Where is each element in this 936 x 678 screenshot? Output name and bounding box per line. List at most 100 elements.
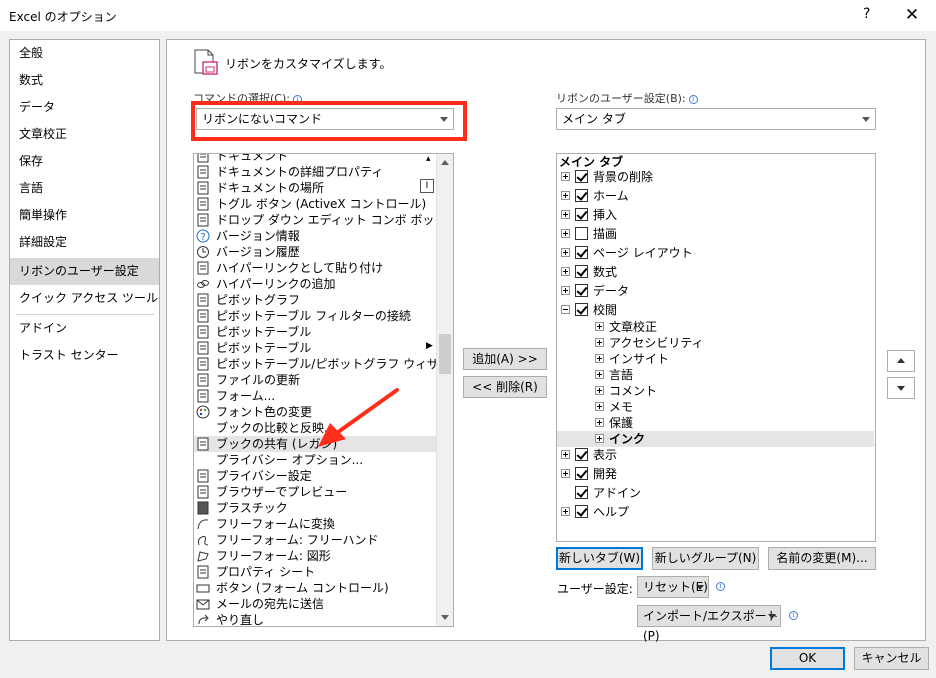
reset-dropdown[interactable]: リセット(E) — [637, 576, 709, 598]
expand-icon[interactable] — [561, 210, 570, 219]
ribbon-tab-item[interactable]: 描画 — [557, 226, 874, 242]
close-button[interactable]: ✕ — [900, 3, 924, 27]
expand-icon[interactable] — [561, 507, 570, 516]
ribbon-group-item[interactable]: コメント — [557, 383, 874, 399]
tab-checkbox[interactable] — [575, 265, 588, 278]
nav-item-addins[interactable]: アドイン — [10, 315, 159, 342]
move-down-button[interactable] — [887, 377, 915, 399]
command-list-item[interactable]: プロパティ シート — [194, 564, 437, 580]
new-group-button[interactable]: 新しいグループ(N) — [652, 547, 759, 570]
tab-checkbox[interactable] — [575, 486, 588, 499]
tab-checkbox[interactable] — [575, 246, 588, 259]
command-list-item[interactable]: フリーフォーム: 図形 — [194, 548, 437, 564]
scroll-up-button[interactable] — [437, 154, 453, 171]
expand-icon[interactable] — [595, 386, 604, 395]
expand-icon[interactable] — [561, 469, 570, 478]
scroll-thumb[interactable] — [439, 334, 451, 374]
ribbon-group-item[interactable]: インク — [557, 431, 874, 447]
ribbon-tab-item[interactable]: アドイン — [557, 485, 874, 501]
nav-item-customize-ribbon[interactable]: リボンのユーザー設定 — [10, 258, 159, 285]
nav-item-quick-access-toolbar[interactable]: クイック アクセス ツール バー — [10, 285, 159, 312]
command-list-item[interactable]: プラスチック — [194, 500, 437, 516]
command-list-item[interactable]: ハイパーリンクの追加 — [194, 276, 437, 292]
expand-icon[interactable] — [595, 338, 604, 347]
expand-icon[interactable] — [561, 191, 570, 200]
ribbon-tab-item[interactable]: 数式 — [557, 264, 874, 280]
command-list-item[interactable]: トグル ボタン (ActiveX コントロール) — [194, 196, 437, 212]
expand-icon[interactable] — [561, 248, 570, 257]
scroll-down-button[interactable] — [437, 609, 453, 626]
expand-icon[interactable] — [595, 370, 604, 379]
command-list-item[interactable]: ? バージョン情報 — [194, 228, 437, 244]
command-list-item[interactable]: やり直し — [194, 612, 437, 626]
command-list-item[interactable]: メールの宛先に送信 — [194, 596, 437, 612]
command-list-item[interactable]: ドロップ ダウン エディット コンボ ボックス (… — [194, 212, 437, 228]
nav-item-formulas[interactable]: 数式 — [10, 67, 159, 94]
command-list-item[interactable]: ドキュメント — [194, 154, 437, 164]
tab-checkbox[interactable] — [575, 189, 588, 202]
ribbon-tab-item[interactable]: ヘルプ — [557, 504, 874, 520]
expand-icon[interactable] — [595, 434, 604, 443]
expand-icon[interactable] — [561, 267, 570, 276]
expand-icon[interactable] — [561, 286, 570, 295]
nav-item-language[interactable]: 言語 — [10, 175, 159, 202]
ok-button[interactable]: OK — [770, 647, 845, 670]
command-list-item[interactable]: ピボットテーブル/ピボットグラフ ウィザード — [194, 356, 437, 372]
ribbon-group-item[interactable]: 文章校正 — [557, 319, 874, 335]
command-list-item[interactable]: ピボットテーブル — [194, 340, 437, 356]
new-tab-button[interactable]: 新しいタブ(W) — [556, 547, 643, 570]
ribbon-tree[interactable]: メイン タブ 背景の削除 ホーム 挿入 描画 ページ レイアウト 数式 データ 校閲 文章校正ア… — [556, 153, 876, 542]
command-list-item[interactable]: フリーフォームに変換 — [194, 516, 437, 532]
nav-item-data[interactable]: データ — [10, 94, 159, 121]
nav-item-trust-center[interactable]: トラスト センター — [10, 342, 159, 369]
nav-item-proofing[interactable]: 文章校正 — [10, 121, 159, 148]
expand-icon[interactable] — [561, 172, 570, 181]
ribbon-group-item[interactable]: インサイト — [557, 351, 874, 367]
tab-checkbox[interactable] — [575, 505, 588, 518]
ribbon-tab-item[interactable]: 背景の削除 — [557, 169, 874, 185]
ribbon-tab-item[interactable]: 校閲 — [557, 302, 874, 318]
ribbon-tab-item[interactable]: 表示 — [557, 447, 874, 463]
tab-checkbox[interactable] — [575, 208, 588, 221]
command-list-item[interactable]: ドキュメントの詳細プロパティ — [194, 164, 437, 180]
ribbon-tab-item[interactable]: ページ レイアウト — [557, 245, 874, 261]
tab-checkbox[interactable] — [575, 170, 588, 183]
command-list-item[interactable]: プライバシー オプション... — [194, 452, 437, 468]
nav-item-save[interactable]: 保存 — [10, 148, 159, 175]
commands-scrollbar[interactable] — [436, 154, 453, 626]
remove-button[interactable]: << 削除(R) — [463, 376, 547, 398]
ribbon-group-item[interactable]: メモ — [557, 399, 874, 415]
command-list-item[interactable]: ピボットグラフ — [194, 292, 437, 308]
rename-button[interactable]: 名前の変更(M)... — [768, 547, 876, 570]
ribbon-group-item[interactable]: 保護 — [557, 415, 874, 431]
collapse-icon[interactable] — [561, 305, 570, 314]
command-list-item[interactable]: プライバシー設定 — [194, 468, 437, 484]
tab-checkbox[interactable] — [575, 303, 588, 316]
command-list-item[interactable]: バージョン履歴 — [194, 244, 437, 260]
ribbon-dropdown[interactable]: メイン タブ — [556, 108, 876, 130]
nav-item-general[interactable]: 全般 — [10, 40, 159, 67]
command-list-item[interactable]: ピボットテーブル — [194, 324, 437, 340]
move-up-button[interactable] — [887, 350, 915, 372]
tab-checkbox[interactable] — [575, 227, 588, 240]
tab-checkbox[interactable] — [575, 448, 588, 461]
nav-item-advanced[interactable]: 詳細設定 — [10, 229, 159, 256]
expand-icon[interactable] — [595, 418, 604, 427]
expand-icon[interactable] — [595, 322, 604, 331]
command-list-item[interactable]: ドキュメントの場所 — [194, 180, 437, 196]
nav-item-accessibility[interactable]: 簡単操作 — [10, 202, 159, 229]
ribbon-tab-item[interactable]: 挿入 — [557, 207, 874, 223]
expand-icon[interactable] — [595, 354, 604, 363]
command-list-item[interactable]: ハイパーリンクとして貼り付け — [194, 260, 437, 276]
expand-icon[interactable] — [561, 229, 570, 238]
help-button[interactable]: ? — [863, 6, 870, 22]
command-list-item[interactable]: ピボットテーブル フィルターの接続 — [194, 308, 437, 324]
add-button[interactable]: 追加(A) >> — [463, 348, 547, 370]
ribbon-group-item[interactable]: アクセシビリティ — [557, 335, 874, 351]
ribbon-tab-item[interactable]: データ — [557, 283, 874, 299]
tab-checkbox[interactable] — [575, 467, 588, 480]
command-list-item[interactable]: フリーフォーム: フリーハンド — [194, 532, 437, 548]
expand-icon[interactable] — [595, 402, 604, 411]
ribbon-tab-item[interactable]: ホーム — [557, 188, 874, 204]
command-list-item[interactable]: ブラウザーでプレビュー — [194, 484, 437, 500]
